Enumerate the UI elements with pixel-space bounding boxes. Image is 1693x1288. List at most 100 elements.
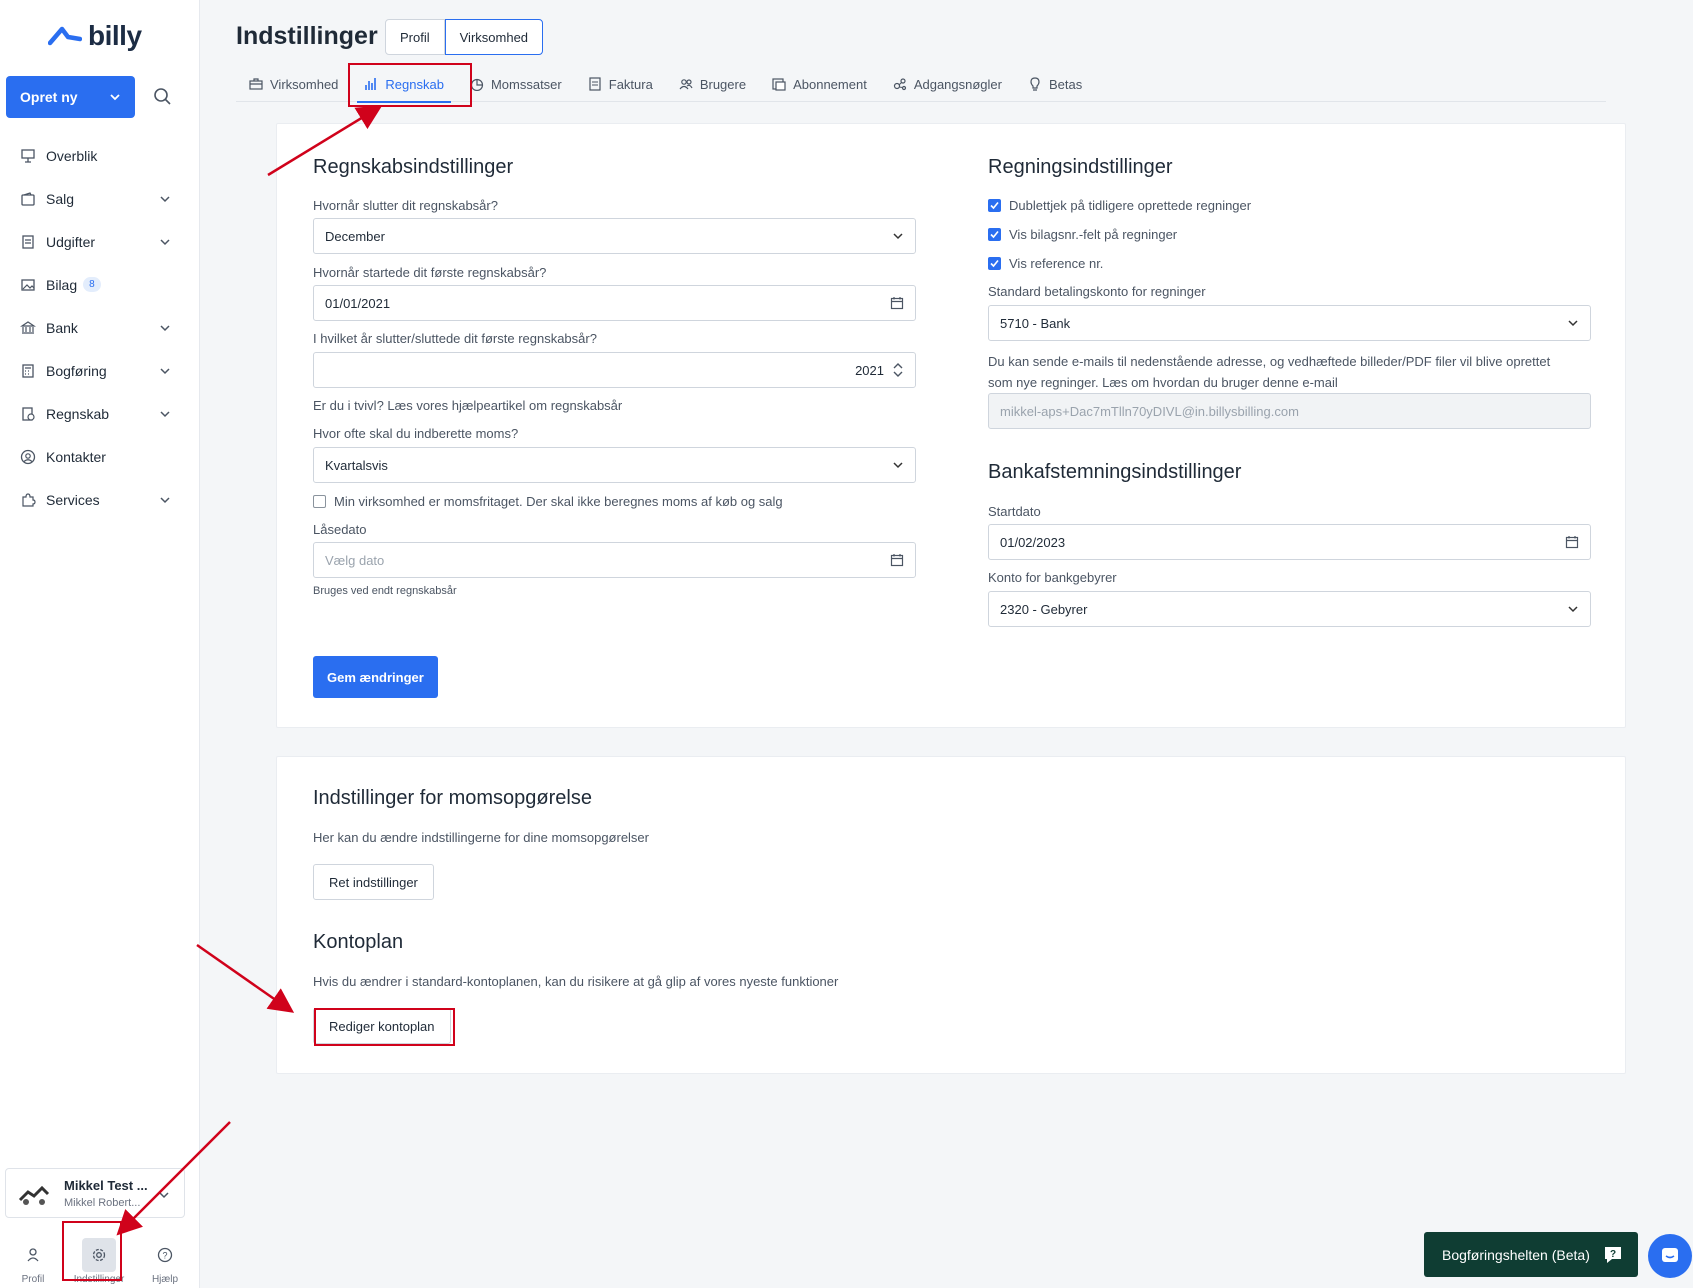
sidebar-item-bank[interactable]: Bank <box>0 306 199 349</box>
user-name: Mikkel Robert... <box>64 1196 141 1209</box>
sidebar-item-bilag[interactable]: Bilag 8 <box>0 263 199 306</box>
show-bilagsnr-row: Vis bilagsnr.-felt på regninger <box>988 227 1177 242</box>
chevron-down-icon <box>160 367 170 374</box>
chevron-down-icon <box>1568 606 1578 613</box>
bank-fee-select[interactable]: 2320 - Gebyrer <box>988 591 1591 627</box>
scope-profil-button[interactable]: Profil <box>385 19 445 55</box>
bank-icon <box>20 320 36 334</box>
check-icon <box>990 230 999 239</box>
page-title: Indstillinger <box>236 22 378 50</box>
duplicate-check-checkbox[interactable] <box>988 199 1001 212</box>
fiscal-end-select[interactable]: December <box>313 218 916 254</box>
search-icon[interactable] <box>153 87 173 107</box>
sidebar-item-label: Overblik <box>46 147 98 164</box>
settings-icon-wrap <box>82 1238 116 1272</box>
calculator-icon <box>22 363 34 378</box>
puzzle-icon <box>22 492 36 507</box>
presentation-icon <box>21 148 35 163</box>
avatar <box>18 1185 50 1205</box>
tab-faktura[interactable]: Faktura <box>575 66 666 102</box>
tab-momssatser[interactable]: Momssatser <box>457 66 575 102</box>
sidebar-item-label: Services <box>46 491 100 508</box>
sidebar-item-kontakter[interactable]: Kontakter <box>0 435 199 478</box>
first-year-value: 2021 <box>855 362 884 378</box>
contact-icon <box>20 449 36 464</box>
tab-virksomhed[interactable]: Virksomhed <box>236 66 351 102</box>
momsfri-checkbox[interactable] <box>313 495 326 508</box>
tab-adgangsnogler[interactable]: Adgangsnøgler <box>880 66 1015 102</box>
invoice-icon <box>589 77 601 91</box>
bar-chart-icon <box>365 78 377 90</box>
tab-regnskab[interactable]: Regnskab <box>351 66 457 103</box>
chevron-down-icon <box>160 496 170 503</box>
bottom-nav-indstillinger[interactable]: Indstillinger <box>66 1232 132 1288</box>
bogforingshelten-button[interactable]: Bogføringshelten (Beta) ? <box>1424 1232 1638 1277</box>
chevron-down-icon <box>160 195 170 202</box>
help-icon-wrap: ? <box>148 1238 182 1272</box>
sidebar-item-label: Bank <box>46 319 78 336</box>
intake-email-field[interactable]: mikkel-aps+Dac7mTlln70yDIVL@in.billysbil… <box>988 393 1591 429</box>
sidebar-item-label: Kontakter <box>46 448 106 465</box>
first-year-stepper[interactable]: 2021 <box>313 352 916 388</box>
bank-start-value: 01/02/2023 <box>1000 534 1066 550</box>
bottom-nav-hjaelp[interactable]: ? Hjælp <box>132 1232 198 1288</box>
chevron-down-icon <box>110 94 120 101</box>
fiscal-end-value: December <box>325 228 385 244</box>
chevron-down-icon <box>160 410 170 417</box>
create-new-label: Opret ny <box>20 89 78 105</box>
sidebar-item-label: Regnskab <box>46 405 110 422</box>
settings-card: Regnskabsindstillinger Hvornår slutter d… <box>276 123 1626 728</box>
tab-brugere[interactable]: Brugere <box>666 66 759 102</box>
duplicate-check-row: Dublettjek på tidligere oprettede regnin… <box>988 198 1251 213</box>
save-changes-button[interactable]: Gem ændringer <box>313 656 438 698</box>
fiscal-start-date-field[interactable]: 01/01/2021 <box>313 285 916 321</box>
sidebar-item-bogforing[interactable]: Bogføring <box>0 349 199 392</box>
bottom-nav-profil[interactable]: Profil <box>0 1232 66 1288</box>
logo-text: billy <box>88 20 142 51</box>
calendar-icon <box>890 297 904 310</box>
kontoplan-section-text: Hvis du ændrer i standard-kontoplanen, k… <box>313 974 839 989</box>
tab-abonnement[interactable]: Abonnement <box>759 66 880 102</box>
svg-text:?: ? <box>162 1251 167 1261</box>
support-chat-button[interactable] <box>1648 1234 1692 1278</box>
lock-date-hint: Bruges ved endt regnskabsår <box>313 585 457 597</box>
email-intake-text-1: Du kan sende e-mails til nedenstående ad… <box>988 354 1551 369</box>
show-bilagsnr-checkbox[interactable] <box>988 228 1001 241</box>
lock-date-placeholder: Vælg dato <box>325 552 385 568</box>
edit-moms-settings-button[interactable]: Ret indstillinger <box>313 864 434 900</box>
sidebar-item-regnskab[interactable]: Regnskab <box>0 392 199 435</box>
tab-betas[interactable]: Betas <box>1015 66 1095 102</box>
helper-label: Bogføringshelten (Beta) <box>1442 1246 1590 1263</box>
chevron-down-icon <box>893 233 903 240</box>
payment-account-select[interactable]: 5710 - Bank <box>988 305 1591 341</box>
lock-date-field[interactable]: Vælg dato <box>313 542 916 578</box>
edit-kontoplan-button[interactable]: Rediger kontoplan <box>313 1008 451 1044</box>
tab-label: Momssatser <box>490 76 562 92</box>
check-icon <box>990 201 999 210</box>
billy-logo[interactable]: billy <box>48 20 142 52</box>
moms-frequency-value: Kvartalsvis <box>325 457 388 473</box>
sidebar-item-label: Udgifter <box>46 233 96 250</box>
sidebar-item-udgifter[interactable]: Udgifter <box>0 220 199 263</box>
organization-switcher[interactable]: Mikkel Test ... Mikkel Robert... <box>5 1168 185 1218</box>
calendar-icon <box>890 554 904 567</box>
scope-virksomhed-button[interactable]: Virksomhed <box>444 19 544 55</box>
gear-icon <box>92 1248 106 1262</box>
logo-mark-icon <box>48 26 82 46</box>
bank-start-date-field[interactable]: 01/02/2023 <box>988 524 1591 560</box>
create-new-button[interactable]: Opret ny <box>6 76 135 118</box>
sidebar-item-salg[interactable]: Salg <box>0 177 199 220</box>
chevron-down-icon <box>1568 320 1578 327</box>
sidebar-nav: Overblik Salg Udgifter Bilag 8 Bank Bogf… <box>0 134 199 521</box>
bottom-nav: Profil Indstillinger ? Hjælp <box>0 1232 199 1288</box>
chevron-down-icon <box>893 462 903 469</box>
moms-frequency-label: Hvor ofte skal du indberette moms? <box>313 426 519 441</box>
sidebar-item-services[interactable]: Services <box>0 478 199 521</box>
sidebar-item-overblik[interactable]: Overblik <box>0 134 199 177</box>
show-reference-checkbox[interactable] <box>988 257 1001 270</box>
stepper-arrows-icon[interactable] <box>892 362 904 378</box>
chevron-down-icon <box>159 1192 169 1199</box>
moms-frequency-select[interactable]: Kvartalsvis <box>313 447 916 483</box>
help-article-link[interactable]: Er du i tvivl? Læs vores hjælpeartikel o… <box>313 398 622 413</box>
first-year-label: I hvilket år slutter/sluttede dit første… <box>313 331 597 346</box>
